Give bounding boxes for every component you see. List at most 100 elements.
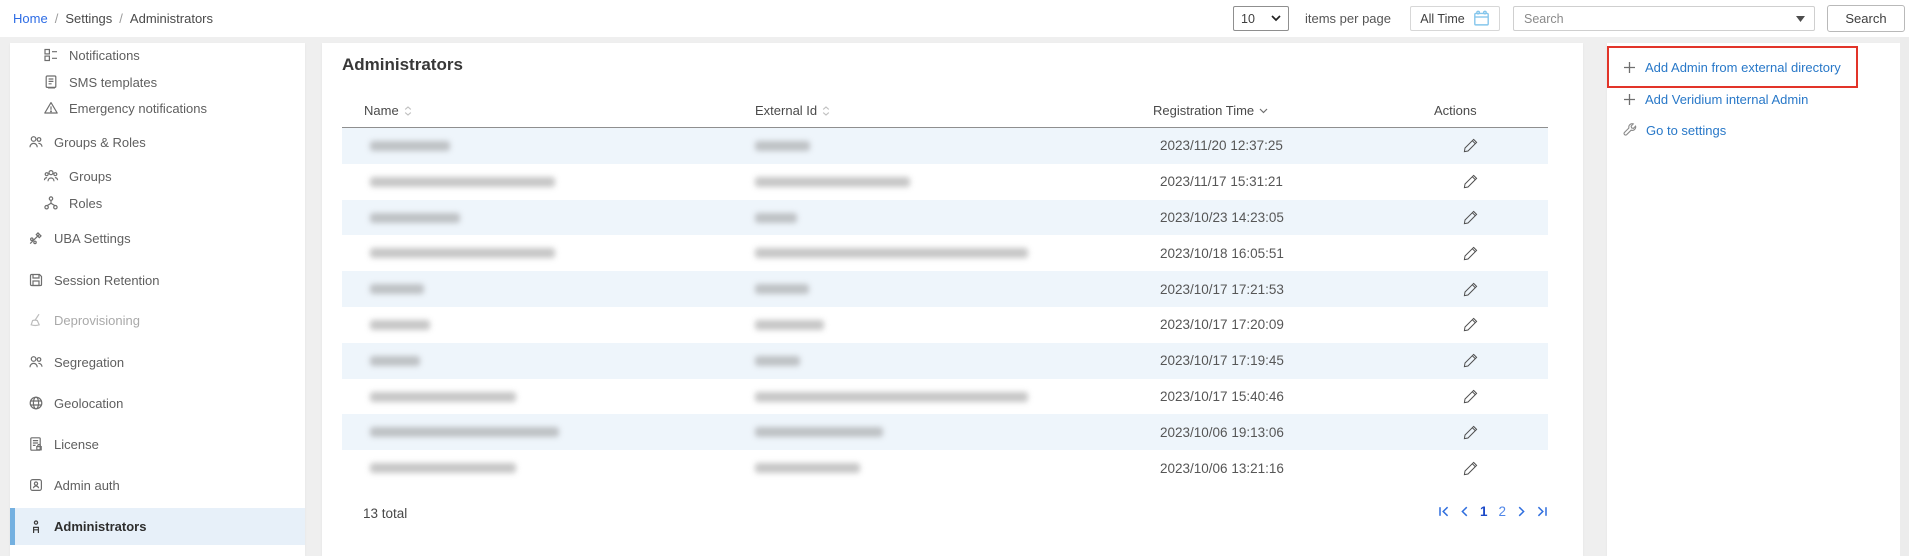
chevron-down-icon [1271,15,1281,22]
redacted-admin-name[interactable] [370,463,516,473]
redacted-external-id [755,320,824,330]
add-veridium-internal-admin-link[interactable]: Add Veridium internal Admin [1607,87,1900,111]
wrench-icon [1623,123,1637,137]
uba-settings-icon [28,230,44,246]
sidebar-item-license[interactable]: License [10,432,305,456]
breadcrumb-separator: / [119,11,123,26]
sidebar-item-admin-auth[interactable]: Admin auth [10,473,305,497]
redacted-external-id [755,213,797,223]
edit-icon[interactable] [1462,424,1479,441]
sidebar-item-label: Groups [69,169,112,184]
next-page-button[interactable] [1517,506,1526,517]
redacted-external-id [755,177,910,187]
breadcrumb-home-link[interactable]: Home [13,11,48,26]
items-per-page-select[interactable]: 10 [1233,6,1289,31]
warning-triangle-icon [43,100,59,116]
table-row: 2023/10/23 14:23:05 [342,200,1548,236]
column-header-registration-time[interactable]: Registration Time [1153,103,1268,118]
sidebar-item-label: Administrators [54,519,146,534]
column-header-name[interactable]: Name [364,103,412,118]
table-row: 2023/10/17 17:19:45 [342,343,1548,379]
sidebar-item-roles[interactable]: Roles [10,191,305,215]
redacted-external-id [755,284,809,294]
edit-icon[interactable] [1462,173,1479,190]
redacted-external-id [755,141,810,151]
edit-icon[interactable] [1462,352,1479,369]
first-page-button[interactable] [1438,506,1449,517]
sidebar-item-emergency-notifications[interactable]: Emergency notifications [10,96,305,120]
redacted-admin-name[interactable] [370,141,450,151]
sidebar-item-administrators[interactable]: Administrators [10,508,305,545]
search-input[interactable] [1514,12,1796,26]
column-header-actions: Actions [1434,103,1477,118]
edit-icon[interactable] [1462,209,1479,226]
redacted-external-id [755,248,1028,258]
sidebar-item-notifications[interactable]: Notifications [10,43,305,67]
column-label: External Id [755,103,817,118]
license-icon [28,436,44,452]
edit-icon[interactable] [1462,388,1479,405]
redacted-admin-name[interactable] [370,213,460,223]
administrators-panel: Administrators Name External Id Registra… [322,43,1583,556]
link-label: Go to settings [1646,123,1726,138]
page-number-1[interactable]: 1 [1480,504,1488,519]
table-header: Name External Id Registration Time Actio… [342,97,1548,128]
registration-time: 2023/10/17 17:19:45 [1160,343,1284,379]
time-filter-button[interactable]: All Time [1410,6,1500,31]
search-dropdown-caret-icon[interactable] [1796,16,1805,22]
go-to-settings-link[interactable]: Go to settings [1607,118,1900,142]
edit-icon[interactable] [1462,137,1479,154]
redacted-external-id [755,356,800,366]
roles-icon [43,195,59,211]
sidebar-item-label: Roles [69,196,102,211]
actions-panel: Add Admin from external directory Add Ve… [1607,43,1900,556]
sidebar-item-session-retention[interactable]: Session Retention [10,268,305,292]
edit-icon[interactable] [1462,281,1479,298]
redacted-admin-name[interactable] [370,356,420,366]
sidebar-item-uba-settings[interactable]: UBA Settings [10,226,305,250]
registration-time: 2023/11/17 15:31:21 [1160,164,1283,200]
previous-page-button[interactable] [1460,506,1469,517]
sidebar-item-deprovisioning[interactable]: Deprovisioning [10,308,305,332]
sort-icon[interactable] [822,106,830,116]
edit-icon[interactable] [1462,245,1479,262]
sidebar-item-label: Notifications [69,48,140,63]
sidebar-item-segregation[interactable]: Segregation [10,350,305,374]
sidebar-item-geolocation[interactable]: Geolocation [10,391,305,415]
add-admin-external-link[interactable]: Add Admin from external directory [1607,55,1900,79]
sidebar-item-groups[interactable]: Groups [10,164,305,188]
column-header-external-id[interactable]: External Id [755,103,830,118]
redacted-admin-name[interactable] [370,248,555,258]
redacted-admin-name[interactable] [370,392,516,402]
redacted-admin-name[interactable] [370,320,430,330]
redacted-admin-name[interactable] [370,177,555,187]
registration-time: 2023/10/17 17:20:09 [1160,307,1284,343]
edit-icon[interactable] [1462,316,1479,333]
sidebar-item-sms-templates[interactable]: SMS templates [10,70,305,94]
breadcrumb-settings[interactable]: Settings [65,11,112,26]
column-label: Name [364,103,399,118]
sidebar-item-label: Emergency notifications [69,101,207,116]
table-row: 2023/10/06 19:13:06 [342,414,1548,450]
scrollbar[interactable] [1900,37,1909,556]
redacted-admin-name[interactable] [370,427,559,437]
sidebar-item-groups-roles[interactable]: Groups & Roles [10,130,305,154]
sort-desc-icon[interactable] [1259,108,1268,114]
redacted-admin-name[interactable] [370,284,424,294]
sidebar-item-label: Session Retention [54,273,160,288]
table-row: 2023/10/06 13:21:16 [342,450,1548,486]
registration-time: 2023/10/06 13:21:16 [1160,450,1284,486]
breadcrumb-separator: / [55,11,59,26]
last-page-button[interactable] [1537,506,1548,517]
page-number-2[interactable]: 2 [1498,504,1506,519]
admin-settings-page: Home / Settings / Administrators 10 item… [0,0,1909,556]
edit-icon[interactable] [1462,460,1479,477]
settings-sidebar: Notifications SMS templates Emergency no… [10,43,305,556]
sidebar-item-label: License [54,437,99,452]
registration-time: 2023/10/23 14:23:05 [1160,200,1284,236]
registration-time: 2023/11/20 12:37:25 [1160,128,1283,164]
search-button[interactable]: Search [1827,5,1905,32]
sidebar-item-label: Admin auth [54,478,120,493]
top-bar: Home / Settings / Administrators 10 item… [0,0,1909,37]
sort-icon[interactable] [404,106,412,116]
